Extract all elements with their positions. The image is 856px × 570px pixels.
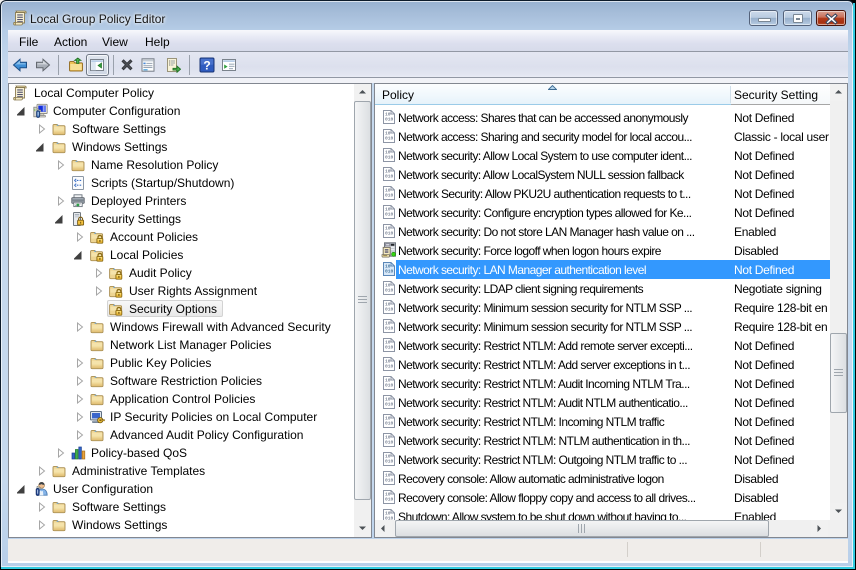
- svg-text:010: 010: [385, 497, 394, 503]
- svg-text:10: 10: [385, 263, 391, 269]
- svg-text:10: 10: [385, 377, 391, 383]
- svg-text:10: 10: [385, 415, 391, 421]
- svg-text:10: 10: [385, 149, 391, 155]
- svg-text:10: 10: [385, 168, 391, 174]
- svg-text:010: 010: [385, 421, 394, 427]
- svg-text:10: 10: [385, 130, 391, 136]
- svg-text:10: 10: [385, 187, 391, 193]
- svg-text:010: 010: [385, 193, 394, 199]
- svg-text:010: 010: [385, 364, 394, 370]
- svg-text:10: 10: [385, 434, 391, 440]
- svg-text:10: 10: [385, 225, 391, 231]
- svg-text:010: 010: [385, 136, 394, 142]
- svg-text:10: 10: [385, 282, 391, 288]
- svg-text:10: 10: [385, 472, 391, 478]
- svg-text:010: 010: [385, 288, 394, 294]
- svg-text:010: 010: [385, 345, 394, 351]
- svg-text:010: 010: [385, 440, 394, 446]
- svg-text:10: 10: [385, 510, 391, 516]
- svg-text:10: 10: [385, 491, 391, 497]
- svg-text:010: 010: [385, 402, 394, 408]
- svg-text:10: 10: [385, 453, 391, 459]
- svg-text:010: 010: [385, 174, 394, 180]
- svg-text:010: 010: [385, 212, 394, 218]
- svg-text:010: 010: [385, 478, 394, 484]
- svg-text:010: 010: [385, 326, 394, 332]
- svg-text:010: 010: [385, 269, 394, 275]
- svg-text:010: 010: [385, 307, 394, 313]
- svg-text:010: 010: [385, 383, 394, 389]
- svg-text:010: 010: [385, 155, 394, 161]
- svg-text:010: 010: [385, 117, 394, 123]
- svg-text:10: 10: [385, 301, 391, 307]
- svg-text:10: 10: [385, 358, 391, 364]
- svg-text:010: 010: [385, 231, 394, 237]
- svg-text:10: 10: [385, 320, 391, 326]
- svg-text:?: ?: [203, 58, 210, 72]
- svg-text:10: 10: [385, 339, 391, 345]
- svg-text:10: 10: [385, 396, 391, 402]
- svg-text:10: 10: [385, 206, 391, 212]
- svg-text:010: 010: [385, 459, 394, 465]
- svg-text:10: 10: [385, 111, 391, 117]
